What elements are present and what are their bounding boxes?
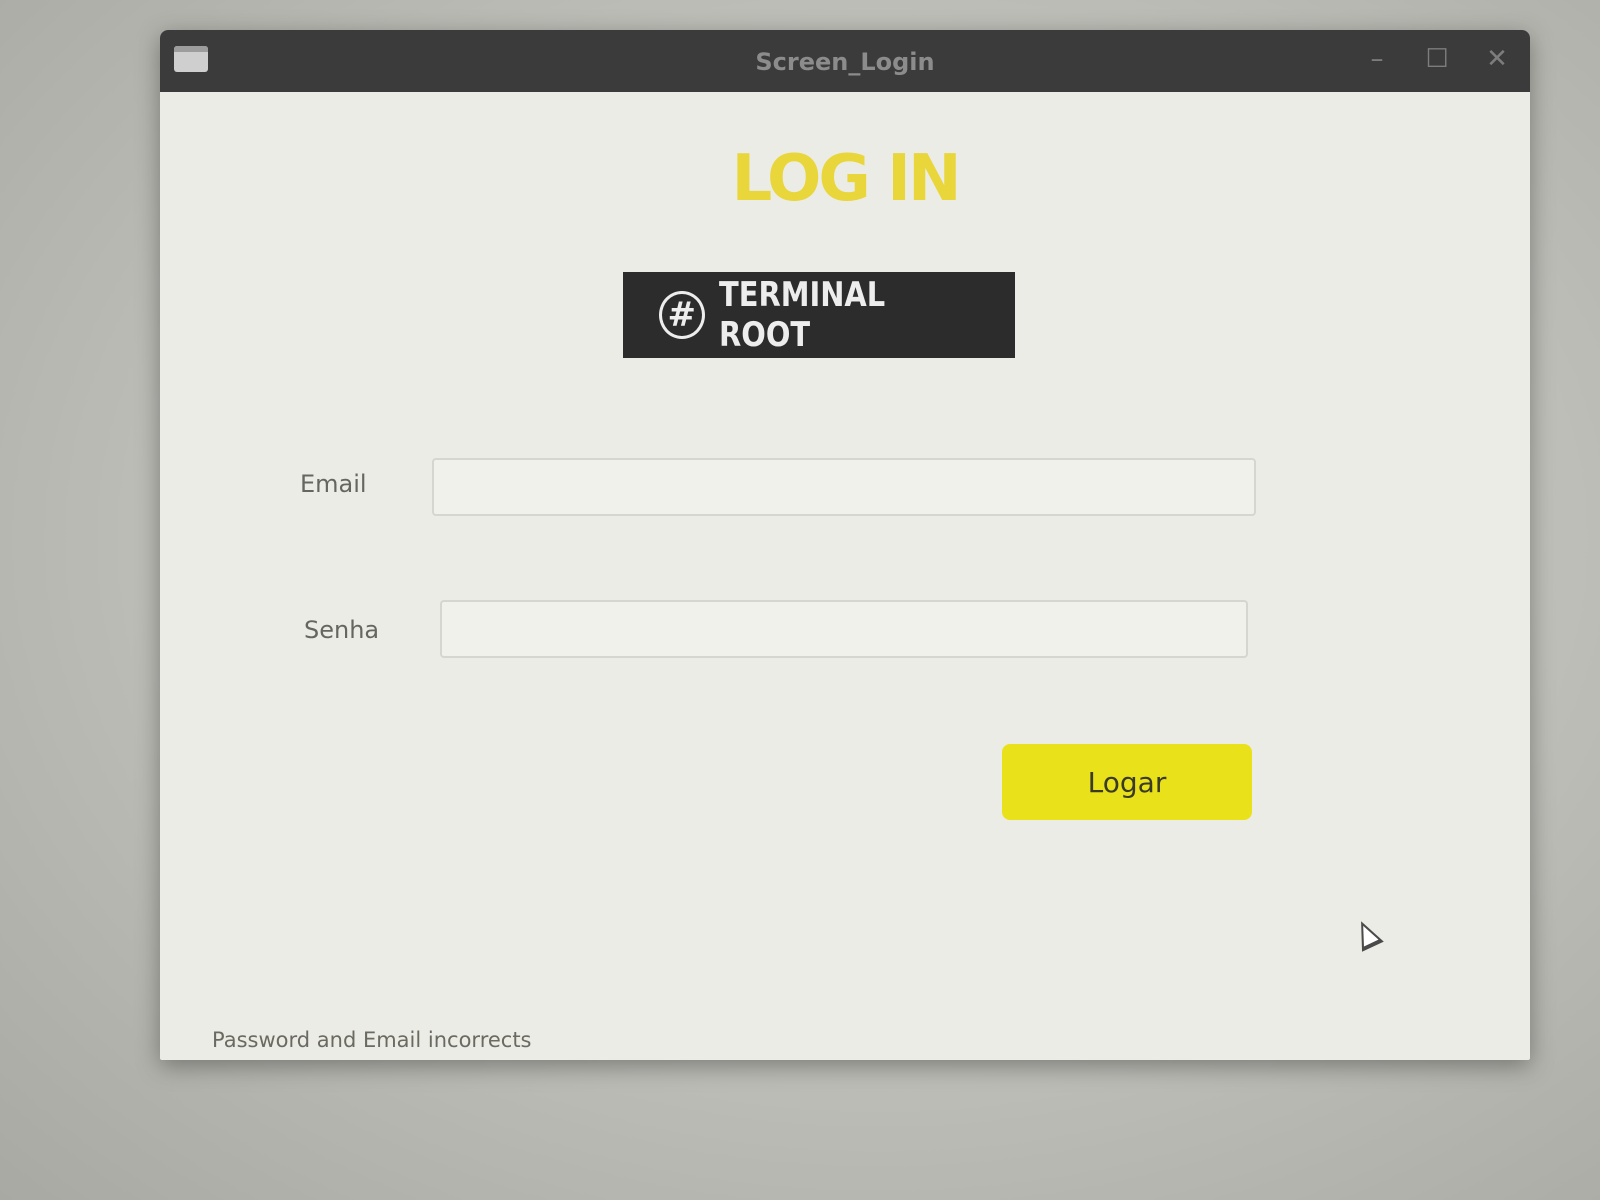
- login-window: Screen_Login – ☐ ✕ LOG IN # TERMINAL ROO…: [160, 30, 1530, 1060]
- password-field[interactable]: [440, 600, 1248, 658]
- email-field[interactable]: [432, 458, 1256, 516]
- logo-text: TERMINAL ROOT: [718, 275, 885, 355]
- close-button[interactable]: ✕: [1482, 44, 1512, 74]
- email-label: Email: [300, 470, 367, 498]
- desktop: Screen_Login – ☐ ✕ LOG IN # TERMINAL ROO…: [0, 0, 1600, 1200]
- window-content: LOG IN # TERMINAL ROOT Email Senha Logar…: [160, 92, 1530, 1060]
- password-label: Senha: [304, 616, 380, 644]
- maximize-button[interactable]: ☐: [1422, 44, 1452, 74]
- minimize-button[interactable]: –: [1362, 44, 1392, 74]
- window-title: Screen_Login: [755, 48, 935, 76]
- terminal-root-logo: # TERMINAL ROOT: [623, 272, 1015, 358]
- login-button[interactable]: Logar: [1002, 744, 1252, 820]
- window-controls: – ☐ ✕: [1362, 44, 1512, 74]
- page-title: LOG IN: [731, 142, 961, 216]
- title-bar[interactable]: Screen_Login – ☐ ✕: [160, 30, 1530, 92]
- status-message: Password and Email incorrects: [212, 1028, 532, 1052]
- hash-icon: #: [659, 291, 705, 339]
